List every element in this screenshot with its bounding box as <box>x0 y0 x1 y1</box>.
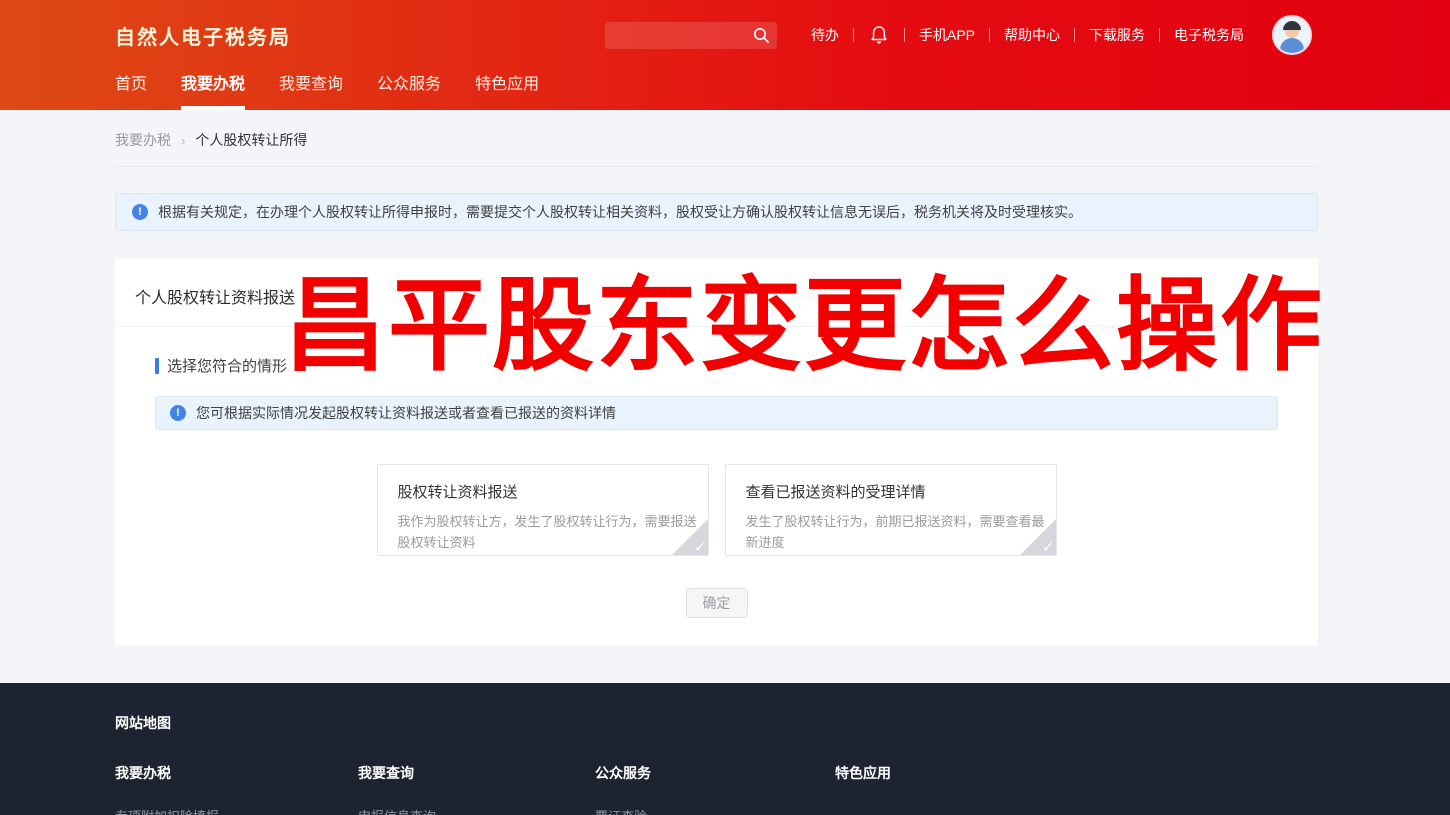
section-notice-banner: ! 您可根据实际情况发起股权转让资料报送或者查看已报送的资料详情 <box>155 396 1278 430</box>
page-footer: 网站地图 我要办税 专项附加扣除填报 我要查询 申报信息查询 公众服务 票证查验… <box>0 683 1450 815</box>
panel-header: 个人股权转让资料报送 <box>115 258 1318 327</box>
search-input[interactable] <box>605 22 821 49</box>
options-row: 股权转让资料报送 我作为股权转让方，发生了股权转让行为，需要报送股权转让资料 ✓… <box>155 464 1278 556</box>
menu-item-download-service[interactable]: 下载服务 <box>1075 25 1159 45</box>
breadcrumb-separator-icon: › <box>181 133 185 148</box>
section-accent-bar <box>155 358 159 374</box>
menu-item-help-center[interactable]: 帮助中心 <box>990 25 1074 45</box>
footer-col-title: 我要办税 <box>115 763 358 783</box>
footer-col-query: 我要查询 申报信息查询 <box>358 763 595 815</box>
breadcrumb-current: 个人股权转让所得 <box>195 130 307 150</box>
nav-item-query[interactable]: 我要查询 <box>279 70 343 110</box>
notifications-bell-icon[interactable] <box>854 25 904 45</box>
footer-col-title: 特色应用 <box>835 763 1450 783</box>
user-avatar[interactable] <box>1272 15 1312 55</box>
menu-item-mobile-app[interactable]: 手机APP <box>905 25 989 45</box>
sitemap-title: 网站地图 <box>115 713 1450 733</box>
option-card-submit-materials[interactable]: 股权转让资料报送 我作为股权转让方，发生了股权转让行为，需要报送股权转让资料 ✓ <box>377 464 709 556</box>
nav-item-home[interactable]: 首页 <box>115 70 147 110</box>
breadcrumb: 我要办税 › 个人股权转让所得 <box>115 110 1318 167</box>
nav-item-public-service[interactable]: 公众服务 <box>377 70 441 110</box>
option-description: 发生了股权转让行为，前期已报送资料，需要查看最新进度 <box>746 511 1046 554</box>
nav-item-featured-apps[interactable]: 特色应用 <box>475 70 539 110</box>
section-title: 选择您符合的情形 <box>167 355 287 376</box>
footer-link-declaration-info[interactable]: 申报信息查询 <box>358 806 595 815</box>
site-logo: 自然人电子税务局 <box>115 21 291 50</box>
primary-nav: 首页 我要办税 我要查询 公众服务 特色应用 <box>115 70 573 110</box>
breadcrumb-parent[interactable]: 我要办税 <box>115 130 171 150</box>
app-header: 自然人电子税务局 待办 <box>0 0 1450 110</box>
info-icon: ! <box>132 204 148 220</box>
panel-title: 个人股权转让资料报送 <box>135 290 295 307</box>
footer-link-special-deduction[interactable]: 专项附加扣除填报 <box>115 806 358 815</box>
option-title: 查看已报送资料的受理详情 <box>746 481 1036 502</box>
footer-col-tax-handling: 我要办税 专项附加扣除填报 <box>115 763 358 815</box>
footer-col-title: 公众服务 <box>595 763 835 783</box>
main-panel: 个人股权转让资料报送 选择您符合的情形 ! 您可根据实际情况发起股权转让资料报送… <box>115 258 1318 646</box>
footer-col-title: 我要查询 <box>358 763 595 783</box>
option-title: 股权转让资料报送 <box>398 481 688 502</box>
corner-check-icon: ✓ <box>672 519 708 555</box>
search-box[interactable] <box>605 22 777 49</box>
section-heading: 选择您符合的情形 <box>155 355 1278 376</box>
search-icon[interactable] <box>753 27 770 49</box>
option-description: 我作为股权转让方，发生了股权转让行为，需要报送股权转让资料 <box>398 511 698 554</box>
option-card-view-progress[interactable]: 查看已报送资料的受理详情 发生了股权转让行为，前期已报送资料，需要查看最新进度 … <box>725 464 1057 556</box>
page-notice-banner: ! 根据有关规定，在办理个人股权转让所得申报时，需要提交个人股权转让相关资料，股… <box>115 193 1318 231</box>
confirm-button[interactable]: 确定 <box>686 588 748 618</box>
footer-link-ticket-verify[interactable]: 票证查验 <box>595 806 835 815</box>
menu-item-etax-bureau[interactable]: 电子税务局 <box>1160 25 1258 45</box>
nav-item-tax-handling[interactable]: 我要办税 <box>181 70 245 110</box>
footer-col-public-service: 公众服务 票证查验 <box>595 763 835 815</box>
footer-col-featured-apps: 特色应用 <box>835 763 1450 815</box>
corner-check-icon: ✓ <box>1020 519 1056 555</box>
section-notice-text: 您可根据实际情况发起股权转让资料报送或者查看已报送的资料详情 <box>196 403 616 423</box>
info-icon: ! <box>170 405 186 421</box>
page-notice-text: 根据有关规定，在办理个人股权转让所得申报时，需要提交个人股权转让相关资料，股权受… <box>158 202 1082 222</box>
